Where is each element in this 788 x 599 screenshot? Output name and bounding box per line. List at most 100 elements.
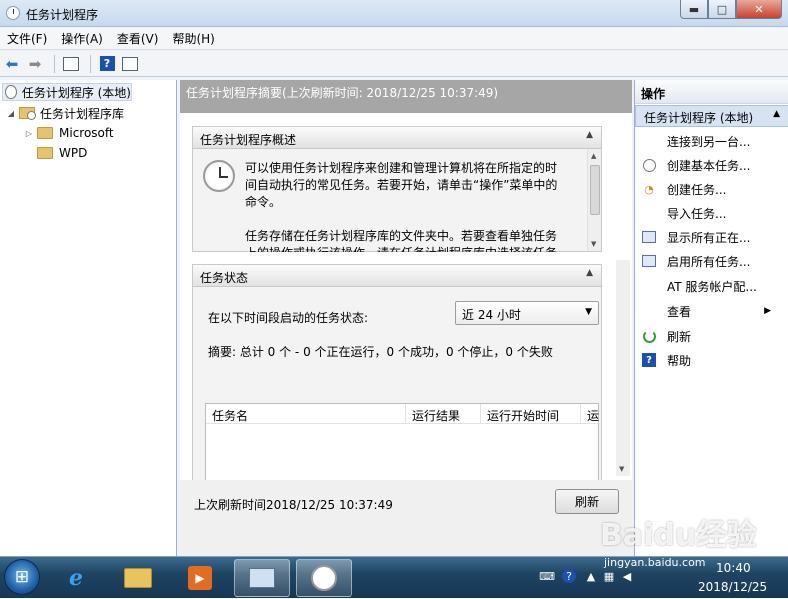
help-button[interactable]: ? (97, 54, 117, 74)
menu-bar: 文件(F) 操作(A) 查看(V) 帮助(H) (0, 28, 788, 50)
volume-icon[interactable]: ◀ (620, 569, 634, 583)
tree-item-label: 任务计划程序库 (40, 106, 125, 121)
action-create-basic-task[interactable]: 创建基本任务... (635, 154, 788, 176)
action-label: 创建任务... (667, 182, 727, 197)
title-bar: 任务计划程序 ▬ □ ✕ (0, 0, 788, 27)
tree-item-root[interactable]: 任务计划程序 (本地) (2, 83, 132, 101)
actions-group-label: 任务计划程序 (本地) (644, 111, 754, 125)
column-header-run-result[interactable]: 运行结果 (406, 404, 481, 424)
forward-arrow-icon[interactable]: ➡ (25, 54, 45, 74)
maximize-button[interactable]: □ (708, 0, 736, 19)
show-hide-action-pane-button[interactable] (120, 54, 140, 74)
clock-date[interactable]: 2018/12/25 (698, 580, 767, 594)
action-label: 启用所有任务... (667, 254, 751, 269)
help-icon[interactable]: ? (562, 569, 576, 583)
tree-item-microsoft[interactable]: ▷ Microsoft (24, 124, 114, 142)
summary-scrollbar[interactable]: ▼ (616, 260, 630, 476)
menu-file[interactable]: 文件(F) (0, 30, 54, 47)
chevron-down-icon: ▼ (585, 307, 592, 317)
blank-icon (641, 303, 657, 319)
blank-icon (641, 133, 657, 149)
column-header-truncated[interactable]: 运 (581, 404, 600, 424)
folder-icon (124, 568, 152, 588)
actions-group-header[interactable]: 任务计划程序 (本地) ▲ (635, 105, 788, 127)
overview-header[interactable]: 任务计划程序概述 ▲ (193, 127, 601, 149)
action-view[interactable]: 查看 ▶ (635, 300, 788, 322)
clock-icon (5, 85, 17, 99)
overview-paragraph-2: 任务存储在任务计划程序库的文件夹中。若要查看单独任务上的操作或执行该操作，请在任… (245, 229, 558, 252)
help-icon: ? (641, 352, 657, 368)
file-explorer-icon[interactable] (110, 559, 166, 597)
tree-item-wpd[interactable]: WPD (37, 144, 87, 162)
collapse-caret-icon[interactable]: ▲ (773, 109, 780, 119)
submenu-arrow-icon: ▶ (764, 306, 771, 316)
remote-desktop-icon[interactable] (234, 559, 290, 597)
action-label: 刷新 (667, 329, 692, 344)
library-folder-icon (19, 107, 36, 120)
period-dropdown[interactable]: 近 24 小时 ▼ (455, 301, 599, 325)
start-button[interactable]: ⊞ (4, 559, 40, 595)
collapse-caret-icon[interactable]: ▲ (586, 268, 593, 278)
action-help[interactable]: ? 帮助 (635, 349, 788, 371)
scroll-thumb[interactable] (590, 165, 600, 215)
menu-action[interactable]: 操作(A) (54, 30, 110, 47)
expand-icon[interactable]: ▷ (24, 129, 34, 138)
column-header-run-start[interactable]: 运行开始时间 (481, 404, 581, 424)
menu-view[interactable]: 查看(V) (110, 30, 166, 47)
period-value: 近 24 小时 (462, 308, 521, 322)
folder-icon (37, 127, 53, 139)
clock-icon (203, 160, 235, 192)
tree-item-label: 任务计划程序 (本地) (21, 85, 131, 100)
history-icon (641, 253, 657, 269)
action-at-service[interactable]: AT 服务帐户配... (635, 275, 788, 297)
back-arrow-icon[interactable]: ⬅ (2, 54, 22, 74)
collapse-caret-icon[interactable]: ▲ (586, 130, 593, 140)
summary-header: 任务计划程序摘要(上次刷新时间: 2018/12/25 10:37:49) (180, 80, 632, 113)
action-display-running[interactable]: 显示所有正在... (635, 226, 788, 248)
menu-help[interactable]: 帮助(H) (165, 30, 221, 47)
clock-icon (642, 158, 656, 172)
keyboard-icon[interactable]: ⌨ (539, 569, 555, 583)
action-create-task[interactable]: ◔ 创建任务... (635, 178, 788, 200)
collapse-icon[interactable]: ◢ (6, 109, 16, 118)
scroll-down-icon[interactable]: ▼ (591, 240, 596, 248)
column-header-task-name[interactable]: 任务名 (206, 404, 406, 424)
help-icon: ? (99, 56, 115, 71)
action-label: 连接到另一台... (667, 134, 751, 149)
window-controls: ▬ □ ✕ (680, 0, 782, 20)
tree-item-library[interactable]: ◢ 任务计划程序库 (6, 104, 124, 122)
table-header-row: 任务名 运行结果 运行开始时间 运 (206, 404, 600, 424)
toolbar-separator (90, 54, 91, 73)
scroll-up-icon[interactable]: ▲ (591, 152, 596, 160)
action-import-task[interactable]: 导入任务... (635, 202, 788, 224)
overview-scrollbar[interactable]: ▲ ▼ (587, 149, 601, 251)
clock-time[interactable]: 10:40 (716, 561, 751, 575)
show-hide-console-tree-button[interactable] (61, 54, 81, 74)
main-window: 任务计划程序 ▬ □ ✕ 文件(F) 操作(A) 查看(V) 帮助(H) ⬅ ➡… (0, 0, 788, 556)
folder-icon (37, 147, 53, 159)
action-label: 导入任务... (667, 206, 727, 221)
task-scheduler-taskbar-icon[interactable] (296, 559, 352, 597)
scroll-down-icon[interactable]: ▼ (619, 465, 624, 473)
tree-item-label: Microsoft (59, 126, 114, 140)
close-button[interactable]: ✕ (736, 0, 782, 19)
toolbar: ⬅ ➡ ? (0, 51, 788, 77)
action-label: 显示所有正在... (667, 230, 751, 245)
minimize-button[interactable]: ▬ (680, 0, 708, 19)
action-refresh[interactable]: 刷新 (635, 325, 788, 347)
system-tray: ⌨ ? ▲ ▦ ◀ 10:40 2018/12/25 (536, 557, 788, 599)
actions-pane: 操作 任务计划程序 (本地) ▲ 连接到另一台... 创建基本任务... ◔ 创… (634, 80, 788, 556)
refresh-button[interactable]: 刷新 (555, 489, 619, 514)
refresh-arrow-icon (642, 329, 656, 343)
action-pane-icon (122, 56, 138, 71)
task-status-header[interactable]: 任务状态 ▲ (193, 265, 601, 287)
clock-icon (311, 565, 337, 591)
show-hidden-icons[interactable]: ▲ (584, 569, 598, 583)
media-player-icon[interactable]: ▶ (172, 559, 228, 597)
action-enable-history[interactable]: 启用所有任务... (635, 250, 788, 272)
window-title: 任务计划程序 (26, 8, 99, 22)
action-connect[interactable]: 连接到另一台... (635, 130, 788, 152)
network-icon[interactable]: ▦ (602, 569, 616, 583)
console-tree-icon (63, 56, 79, 71)
internet-explorer-icon[interactable]: e (48, 559, 104, 597)
